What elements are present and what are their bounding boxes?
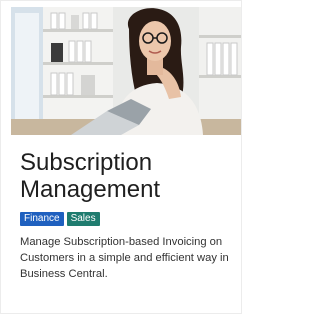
office-woman-photo[interactable] (11, 7, 241, 135)
tag-list: Finance Sales (20, 212, 100, 226)
app-card[interactable]: Subscription Management Finance Sales Ma… (0, 0, 242, 314)
app-description: Manage Subscription-based Invoicing on C… (20, 236, 229, 280)
tag-finance[interactable]: Finance (20, 212, 64, 226)
app-title: Subscription Management (20, 149, 161, 203)
tag-sales[interactable]: Sales (66, 212, 100, 226)
